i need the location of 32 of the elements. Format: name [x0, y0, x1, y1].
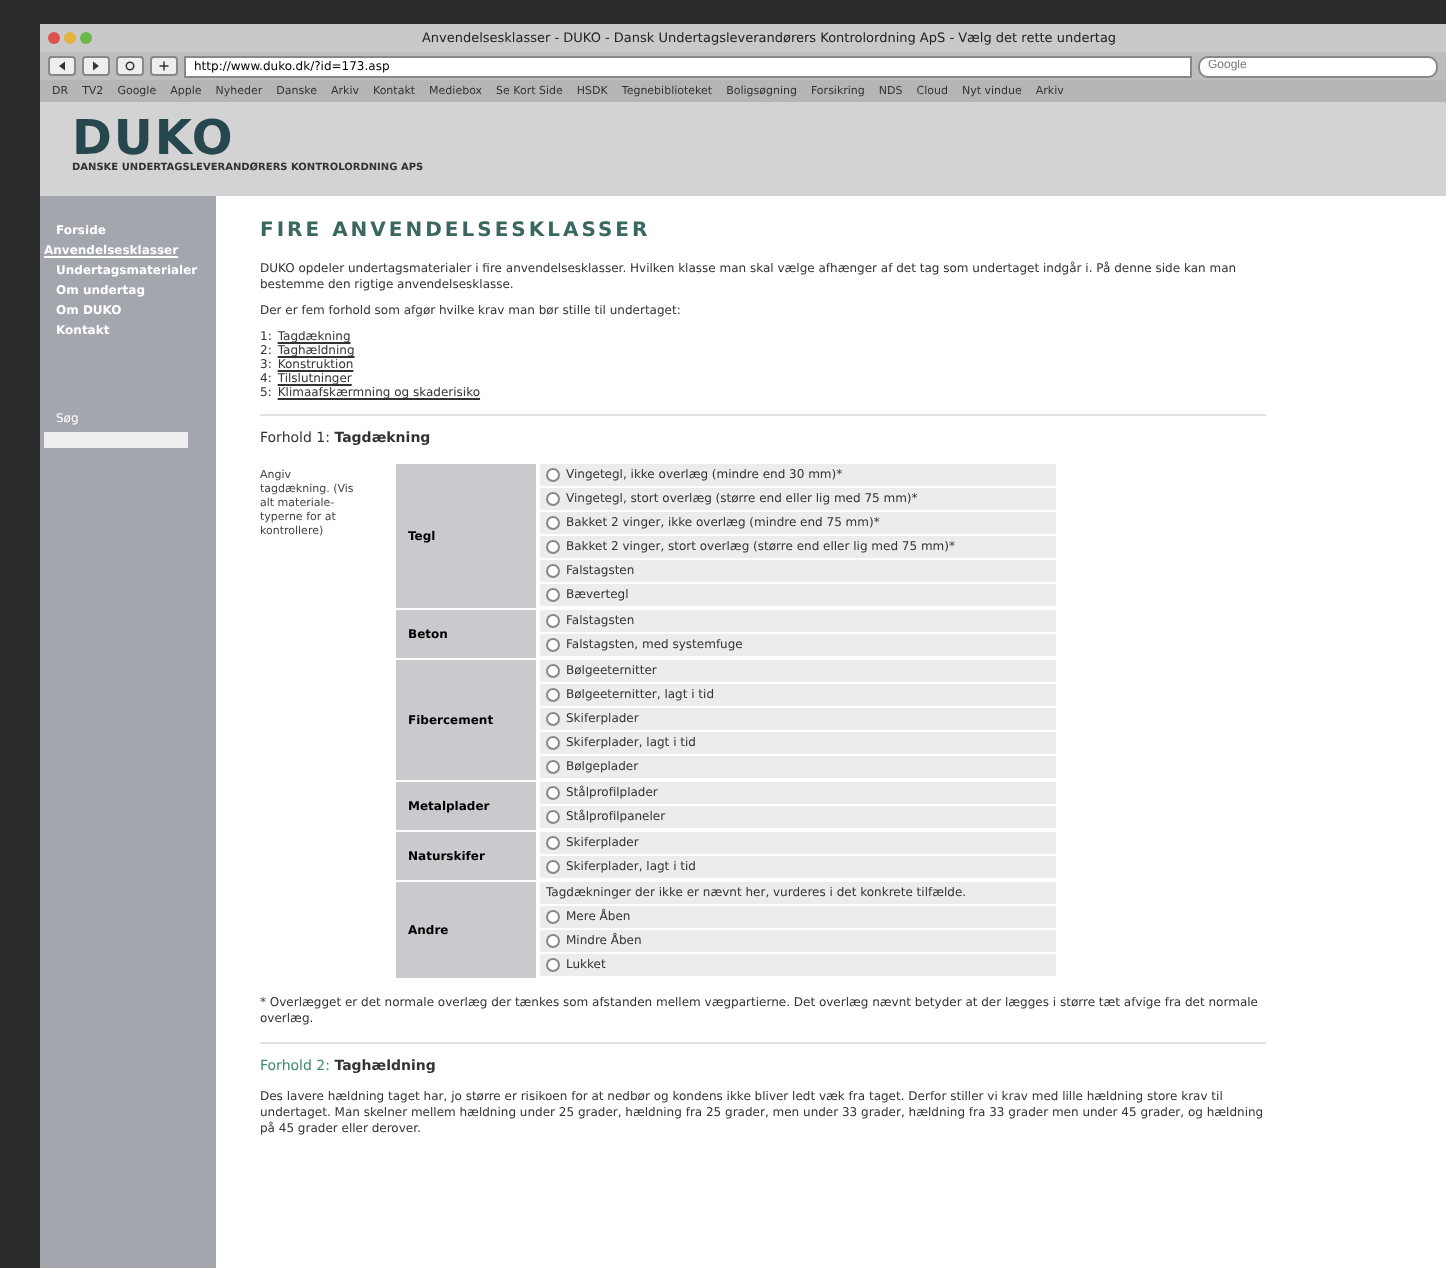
radio-button[interactable]	[546, 760, 560, 774]
radio-button[interactable]	[546, 958, 560, 972]
radio-button[interactable]	[546, 736, 560, 750]
radio-button[interactable]	[546, 786, 560, 800]
radio-button[interactable]	[546, 860, 560, 874]
radio-button[interactable]	[546, 468, 560, 482]
logo[interactable]: DUKO	[72, 114, 1446, 162]
radio-button[interactable]	[546, 688, 560, 702]
radio-button[interactable]	[546, 564, 560, 578]
close-icon[interactable]	[48, 32, 60, 44]
radio-button[interactable]	[546, 516, 560, 530]
radio-button[interactable]	[546, 638, 560, 652]
forward-arrow-icon	[90, 60, 102, 72]
reload-icon	[124, 60, 136, 72]
radio-button[interactable]	[546, 712, 560, 726]
radio-button[interactable]	[546, 588, 560, 602]
radio-button[interactable]	[546, 810, 560, 824]
back-button[interactable]	[48, 56, 76, 76]
forward-button[interactable]	[82, 56, 110, 76]
radio-button[interactable]	[546, 934, 560, 948]
radio-button[interactable]	[546, 492, 560, 506]
search-field[interactable]	[44, 432, 188, 448]
radio-button[interactable]	[546, 910, 560, 924]
radio-button[interactable]	[546, 664, 560, 678]
back-arrow-icon	[56, 60, 68, 72]
radio-button[interactable]	[546, 836, 560, 850]
reload-button[interactable]	[116, 56, 144, 76]
radio-button[interactable]	[546, 614, 560, 628]
page-heading: FIRE ANVENDELSESKLASSER	[260, 220, 653, 242]
radio-button[interactable]	[546, 540, 560, 554]
add-button[interactable]	[150, 56, 178, 76]
plus-icon	[158, 60, 170, 72]
